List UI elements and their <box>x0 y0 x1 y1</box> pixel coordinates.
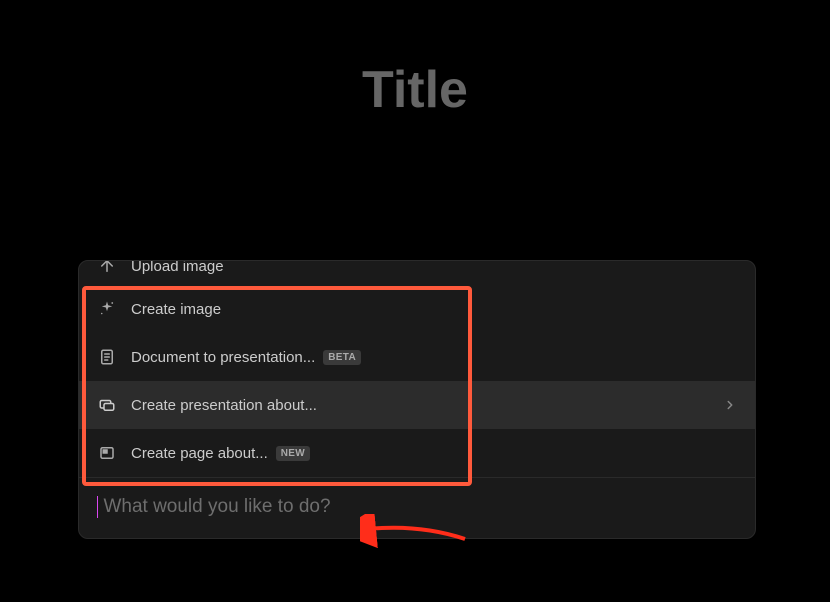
menu-item-label: Create image <box>131 301 221 318</box>
new-badge: NEW <box>276 446 310 461</box>
menu-item-upload-image[interactable]: Upload image <box>79 261 755 285</box>
chevron-right-icon <box>723 398 737 412</box>
menu-item-label: Document to presentation... <box>131 349 315 366</box>
sparkle-icon <box>97 299 117 319</box>
menu-item-label: Upload image <box>131 261 224 275</box>
menu-item-doc-to-presentation[interactable]: Document to presentation... BETA <box>79 333 755 381</box>
upload-icon <box>97 261 117 276</box>
command-popup: Upload image Create image Document to pr… <box>78 260 756 539</box>
page-title[interactable]: Title <box>0 60 830 120</box>
menu-item-label: Create presentation about... <box>131 397 317 414</box>
menu-item-create-page[interactable]: Create page about... NEW <box>79 429 755 477</box>
page-icon <box>97 443 117 463</box>
menu-item-label: Create page about... <box>131 445 268 462</box>
command-input-area[interactable]: What would you like to do? <box>79 477 755 538</box>
command-input-placeholder: What would you like to do? <box>103 496 330 517</box>
presentation-icon <box>97 395 117 415</box>
menu-item-create-image[interactable]: Create image <box>79 285 755 333</box>
text-caret <box>97 496 98 518</box>
menu-item-create-presentation[interactable]: Create presentation about... <box>79 381 755 429</box>
document-icon <box>97 347 117 367</box>
beta-badge: BETA <box>323 350 361 365</box>
